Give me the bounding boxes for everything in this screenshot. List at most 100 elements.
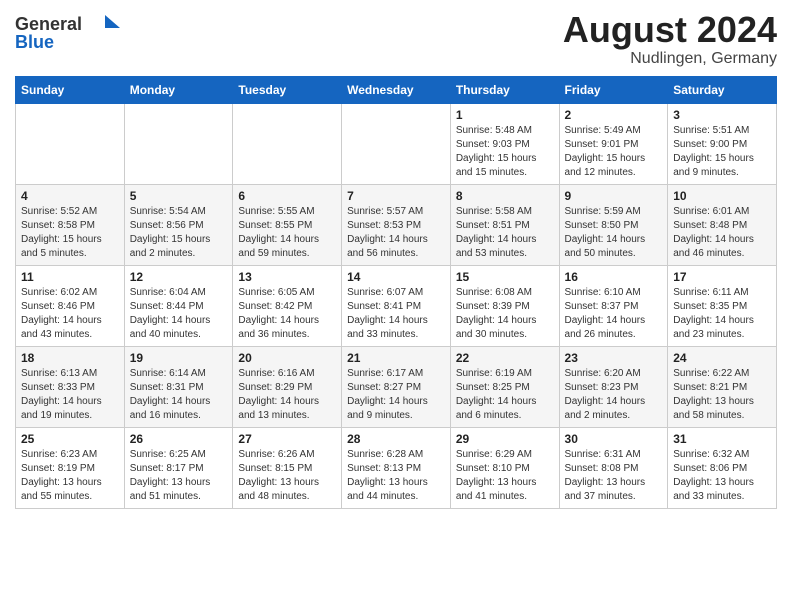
- calendar-cell: 5 Sunrise: 5:54 AM Sunset: 8:56 PM Daylig…: [124, 184, 233, 265]
- day-number: 22: [456, 351, 554, 365]
- day-info: Sunrise: 6:22 AM Sunset: 8:21 PM Dayligh…: [673, 367, 771, 423]
- calendar-cell: 14 Sunrise: 6:07 AM Sunset: 8:41 PM Dayli…: [342, 265, 451, 346]
- calendar-cell: 12 Sunrise: 6:04 AM Sunset: 8:44 PM Dayli…: [124, 265, 233, 346]
- calendar-week-row: 11Sunrise: 6:02 AM Sunset: 8:46 PM Dayli…: [16, 265, 777, 346]
- calendar-header: SundayMondayTuesdayWednesdayThursdayFrid…: [16, 76, 777, 103]
- day-info: Sunrise: 5:51 AM Sunset: 9:00 PM Dayligh…: [673, 124, 771, 180]
- day-number: 18: [21, 351, 119, 365]
- day-number: 13: [238, 270, 336, 284]
- calendar-cell: 21Sunrise: 6:17 AM Sunset: 8:27 PM Dayli…: [342, 346, 451, 427]
- day-info: Sunrise: 6:11 AM Sunset: 8:35 PM Dayligh…: [673, 286, 771, 342]
- day-info: Sunrise: 6:02 AM Sunset: 8:46 PM Dayligh…: [21, 286, 119, 342]
- calendar-cell: 2Sunrise: 5:49 AM Sunset: 9:01 PM Daylig…: [559, 103, 668, 184]
- day-number: 30: [565, 432, 663, 446]
- calendar-cell: 20 Sunrise: 6:16 AM Sunset: 8:29 PM Dayli…: [233, 346, 342, 427]
- day-number: 5: [130, 189, 228, 203]
- day-info: Sunrise: 5:48 AM Sunset: 9:03 PM Dayligh…: [456, 124, 554, 180]
- calendar-cell: 30 Sunrise: 6:31 AM Sunset: 8:08 PM Dayli…: [559, 427, 668, 508]
- day-info: Sunrise: 6:07 AM Sunset: 8:41 PM Dayligh…: [347, 286, 445, 342]
- calendar-cell: [124, 103, 233, 184]
- day-number: 10: [673, 189, 771, 203]
- calendar-cell: 15 Sunrise: 6:08 AM Sunset: 8:39 PM Dayli…: [450, 265, 559, 346]
- calendar-cell: 28 Sunrise: 6:28 AM Sunset: 8:13 PM Dayli…: [342, 427, 451, 508]
- calendar-cell: 8Sunrise: 5:58 AM Sunset: 8:51 PM Daylig…: [450, 184, 559, 265]
- calendar-cell: 22Sunrise: 6:19 AM Sunset: 8:25 PM Dayli…: [450, 346, 559, 427]
- day-number: 4: [21, 189, 119, 203]
- day-info: Sunrise: 5:55 AM Sunset: 8:55 PM Dayligh…: [238, 205, 336, 261]
- day-number: 27: [238, 432, 336, 446]
- calendar-cell: 6 Sunrise: 5:55 AM Sunset: 8:55 PM Daylig…: [233, 184, 342, 265]
- day-info: Sunrise: 6:32 AM Sunset: 8:06 PM Dayligh…: [673, 448, 771, 504]
- calendar-cell: 1 Sunrise: 5:48 AM Sunset: 9:03 PM Daylig…: [450, 103, 559, 184]
- calendar-cell: 19 Sunrise: 6:14 AM Sunset: 8:31 PM Dayli…: [124, 346, 233, 427]
- day-info: Sunrise: 6:31 AM Sunset: 8:08 PM Dayligh…: [565, 448, 663, 504]
- calendar-cell: 10Sunrise: 6:01 AM Sunset: 8:48 PM Dayli…: [668, 184, 777, 265]
- calendar-cell: 18 Sunrise: 6:13 AM Sunset: 8:33 PM Dayli…: [16, 346, 125, 427]
- day-number: 29: [456, 432, 554, 446]
- day-number: 2: [565, 108, 663, 122]
- day-number: 26: [130, 432, 228, 446]
- day-number: 1: [456, 108, 554, 122]
- day-info: Sunrise: 6:05 AM Sunset: 8:42 PM Dayligh…: [238, 286, 336, 342]
- calendar-cell: 24Sunrise: 6:22 AM Sunset: 8:21 PM Dayli…: [668, 346, 777, 427]
- logo-icon: General Blue: [15, 10, 125, 50]
- day-info: Sunrise: 6:14 AM Sunset: 8:31 PM Dayligh…: [130, 367, 228, 423]
- day-number: 28: [347, 432, 445, 446]
- calendar-cell: 25 Sunrise: 6:23 AM Sunset: 8:19 PM Dayli…: [16, 427, 125, 508]
- calendar-cell: 31 Sunrise: 6:32 AM Sunset: 8:06 PM Dayli…: [668, 427, 777, 508]
- calendar-cell: 26 Sunrise: 6:25 AM Sunset: 8:17 PM Dayli…: [124, 427, 233, 508]
- calendar-cell: 29 Sunrise: 6:29 AM Sunset: 8:10 PM Dayli…: [450, 427, 559, 508]
- day-number: 3: [673, 108, 771, 122]
- page-header: General Blue August 2024 Nudlingen, Germ…: [15, 10, 777, 68]
- day-number: 20: [238, 351, 336, 365]
- calendar-cell: 23 Sunrise: 6:20 AM Sunset: 8:23 PM Dayli…: [559, 346, 668, 427]
- day-info: Sunrise: 6:26 AM Sunset: 8:15 PM Dayligh…: [238, 448, 336, 504]
- weekday-header-saturday: Saturday: [668, 76, 777, 103]
- location-subtitle: Nudlingen, Germany: [563, 50, 777, 68]
- day-number: 23: [565, 351, 663, 365]
- day-number: 6: [238, 189, 336, 203]
- day-info: Sunrise: 5:52 AM Sunset: 8:58 PM Dayligh…: [21, 205, 119, 261]
- day-info: Sunrise: 6:10 AM Sunset: 8:37 PM Dayligh…: [565, 286, 663, 342]
- day-info: Sunrise: 5:54 AM Sunset: 8:56 PM Dayligh…: [130, 205, 228, 261]
- weekday-header-tuesday: Tuesday: [233, 76, 342, 103]
- calendar-week-row: 4 Sunrise: 5:52 AM Sunset: 8:58 PM Daylig…: [16, 184, 777, 265]
- day-info: Sunrise: 6:23 AM Sunset: 8:19 PM Dayligh…: [21, 448, 119, 504]
- day-info: Sunrise: 6:04 AM Sunset: 8:44 PM Dayligh…: [130, 286, 228, 342]
- weekday-header-monday: Monday: [124, 76, 233, 103]
- title-block: August 2024 Nudlingen, Germany: [563, 10, 777, 68]
- day-number: 16: [565, 270, 663, 284]
- month-year-title: August 2024: [563, 10, 777, 50]
- svg-text:Blue: Blue: [15, 32, 54, 50]
- svg-text:General: General: [15, 14, 82, 34]
- calendar-cell: [16, 103, 125, 184]
- day-number: 19: [130, 351, 228, 365]
- day-info: Sunrise: 6:08 AM Sunset: 8:39 PM Dayligh…: [456, 286, 554, 342]
- day-number: 31: [673, 432, 771, 446]
- day-number: 17: [673, 270, 771, 284]
- day-number: 14: [347, 270, 445, 284]
- weekday-header-thursday: Thursday: [450, 76, 559, 103]
- calendar-body: 1 Sunrise: 5:48 AM Sunset: 9:03 PM Daylig…: [16, 103, 777, 508]
- logo: General Blue: [15, 10, 125, 50]
- calendar-cell: 13 Sunrise: 6:05 AM Sunset: 8:42 PM Dayli…: [233, 265, 342, 346]
- calendar-cell: 27 Sunrise: 6:26 AM Sunset: 8:15 PM Dayli…: [233, 427, 342, 508]
- day-info: Sunrise: 6:20 AM Sunset: 8:23 PM Dayligh…: [565, 367, 663, 423]
- day-info: Sunrise: 5:57 AM Sunset: 8:53 PM Dayligh…: [347, 205, 445, 261]
- day-info: Sunrise: 6:28 AM Sunset: 8:13 PM Dayligh…: [347, 448, 445, 504]
- day-info: Sunrise: 6:29 AM Sunset: 8:10 PM Dayligh…: [456, 448, 554, 504]
- day-info: Sunrise: 6:16 AM Sunset: 8:29 PM Dayligh…: [238, 367, 336, 423]
- weekday-header-friday: Friday: [559, 76, 668, 103]
- day-number: 12: [130, 270, 228, 284]
- day-number: 8: [456, 189, 554, 203]
- day-number: 25: [21, 432, 119, 446]
- calendar-cell: 11Sunrise: 6:02 AM Sunset: 8:46 PM Dayli…: [16, 265, 125, 346]
- weekday-header-wednesday: Wednesday: [342, 76, 451, 103]
- day-number: 21: [347, 351, 445, 365]
- calendar-cell: 9Sunrise: 5:59 AM Sunset: 8:50 PM Daylig…: [559, 184, 668, 265]
- day-info: Sunrise: 6:25 AM Sunset: 8:17 PM Dayligh…: [130, 448, 228, 504]
- calendar-table: SundayMondayTuesdayWednesdayThursdayFrid…: [15, 76, 777, 509]
- day-number: 7: [347, 189, 445, 203]
- day-number: 15: [456, 270, 554, 284]
- day-info: Sunrise: 6:13 AM Sunset: 8:33 PM Dayligh…: [21, 367, 119, 423]
